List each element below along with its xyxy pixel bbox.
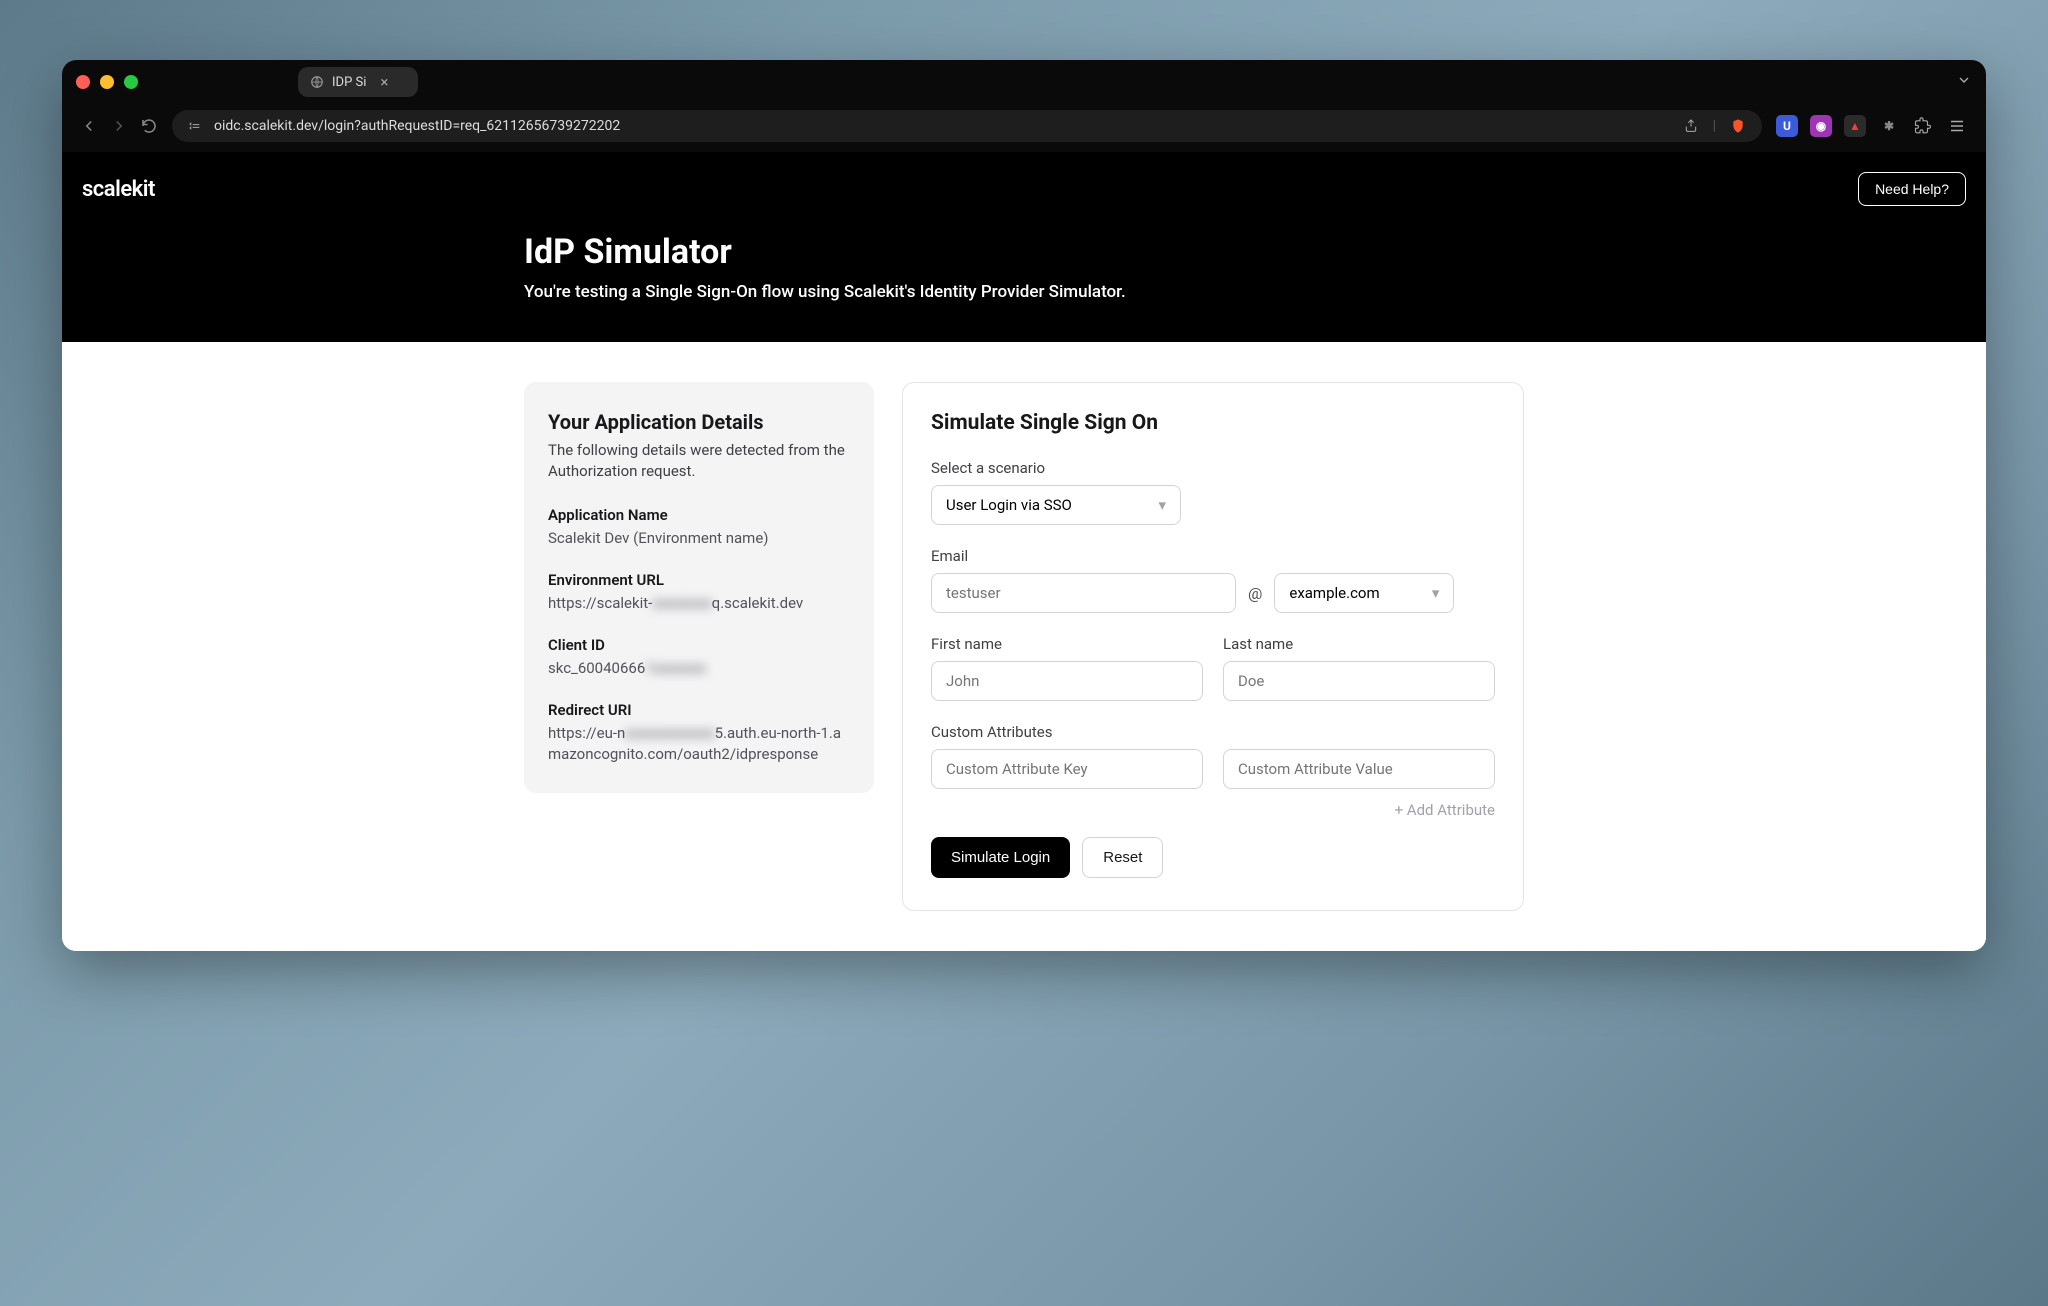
chevron-down-icon: [1956, 72, 1972, 88]
page-header: scalekit Need Help? IdP Simulator You're…: [62, 152, 1986, 342]
extension-icon-2[interactable]: ◉: [1810, 115, 1832, 137]
email-label: Email: [931, 547, 1495, 565]
toolbar: oidc.scalekit.dev/login?authRequestID=re…: [62, 104, 1986, 152]
last-name-label: Last name: [1223, 635, 1495, 653]
maximize-window-button[interactable]: [124, 75, 138, 89]
add-attribute-button[interactable]: + Add Attribute: [931, 801, 1495, 819]
custom-attribute-key-input[interactable]: [946, 760, 1188, 778]
email-domain-select[interactable]: example.com ▾: [1274, 573, 1454, 613]
tab-close-button[interactable]: ×: [380, 73, 388, 91]
minimize-window-button[interactable]: [100, 75, 114, 89]
simulate-login-button[interactable]: Simulate Login: [931, 837, 1070, 878]
email-local-input-wrapper: [931, 573, 1236, 613]
menu-button[interactable]: [1946, 115, 1968, 137]
application-details-panel: Your Application Details The following d…: [524, 382, 874, 793]
redirect-uri-label: Redirect URI: [548, 701, 850, 719]
nav-buttons: [76, 113, 162, 139]
client-id-value: skc_600406661xxxxxxx: [548, 658, 850, 679]
scenario-select[interactable]: User Login via SSO ▾: [931, 485, 1181, 525]
logo: scalekit: [82, 177, 155, 202]
scenario-label: Select a scenario: [931, 459, 1495, 477]
redirect-uri-value: https://eu-nxxxxxxxxxxxx5.auth.eu-north-…: [548, 723, 850, 765]
brave-shield-icon[interactable]: [1730, 118, 1746, 134]
address-bar[interactable]: oidc.scalekit.dev/login?authRequestID=re…: [172, 110, 1762, 142]
custom-attributes-label: Custom Attributes: [931, 723, 1495, 741]
email-domain-value: example.com: [1289, 584, 1379, 602]
simulate-sso-panel: Simulate Single Sign On Select a scenari…: [902, 382, 1524, 911]
window-controls: [76, 75, 138, 89]
page-subtitle: You're testing a Single Sign-On flow usi…: [524, 282, 1524, 302]
close-window-button[interactable]: [76, 75, 90, 89]
first-name-label: First name: [931, 635, 1203, 653]
scenario-value: User Login via SSO: [946, 496, 1072, 514]
reload-button[interactable]: [136, 113, 162, 139]
env-url-label: Environment URL: [548, 571, 850, 589]
extension-icon-4[interactable]: ✱: [1878, 115, 1900, 137]
extension-icons: U ◉ ▲ ✱: [1772, 115, 1972, 137]
details-heading: Your Application Details: [548, 410, 850, 434]
env-url-value: https://scalekit-xxxxxxxxq.scalekit.dev: [548, 593, 850, 614]
simulate-heading: Simulate Single Sign On: [931, 411, 1495, 435]
at-symbol: @: [1248, 584, 1262, 603]
reset-button[interactable]: Reset: [1082, 837, 1163, 878]
custom-attribute-value-input[interactable]: [1238, 760, 1480, 778]
app-name-value: Scalekit Dev (Environment name): [548, 528, 850, 549]
extensions-puzzle-icon[interactable]: [1912, 115, 1934, 137]
titlebar: IDP Si ×: [62, 60, 1986, 104]
page-title: IdP Simulator: [524, 232, 1524, 272]
share-icon[interactable]: [1683, 118, 1699, 134]
tabs-dropdown-button[interactable]: [1956, 72, 1972, 92]
tab-title: IDP Si: [332, 75, 366, 90]
first-name-input[interactable]: [946, 672, 1188, 690]
globe-icon: [310, 75, 324, 89]
main-content: Your Application Details The following d…: [474, 342, 1574, 951]
details-description: The following details were detected from…: [548, 440, 850, 482]
chevron-down-icon: ▾: [1158, 496, 1166, 514]
extension-icon-3[interactable]: ▲: [1844, 115, 1866, 137]
browser-tab[interactable]: IDP Si ×: [298, 67, 418, 97]
last-name-input[interactable]: [1238, 672, 1480, 690]
need-help-button[interactable]: Need Help?: [1858, 172, 1966, 206]
url-text: oidc.scalekit.dev/login?authRequestID=re…: [214, 118, 620, 134]
back-button[interactable]: [76, 113, 102, 139]
browser-window: IDP Si × oidc.scalekit.dev/login?authReq…: [62, 60, 1986, 951]
client-id-label: Client ID: [548, 636, 850, 654]
app-name-label: Application Name: [548, 506, 850, 524]
forward-button[interactable]: [106, 113, 132, 139]
site-settings-icon[interactable]: [188, 118, 204, 134]
extension-icon-1[interactable]: U: [1776, 115, 1798, 137]
email-local-input[interactable]: [946, 584, 1221, 602]
page-content: scalekit Need Help? IdP Simulator You're…: [62, 152, 1986, 951]
chevron-down-icon: ▾: [1432, 584, 1440, 602]
